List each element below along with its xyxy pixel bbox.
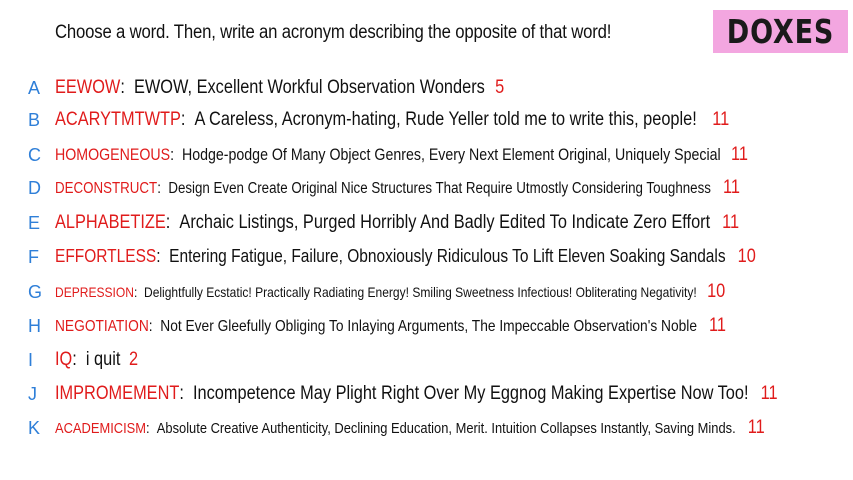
row-letter: A xyxy=(28,77,41,98)
row-acronym: i quit xyxy=(85,349,121,370)
row-word: DEPRESSION xyxy=(55,284,134,300)
answer-row: D DECONSTRUCT: Design Even Create Origina… xyxy=(0,173,853,203)
colon-separator: : xyxy=(180,109,195,130)
colon-separator: : xyxy=(165,212,180,233)
row-score: 11 xyxy=(709,315,727,336)
row-letter: F xyxy=(28,246,39,267)
row-acronym: Archaic Listings, Purged Horribly And Ba… xyxy=(179,212,711,233)
row-score: 11 xyxy=(760,383,778,404)
row-acronym: EWOW, Excellent Workful Observation Wond… xyxy=(133,77,485,98)
row-letter: E xyxy=(28,212,41,233)
row-word: ALPHABETIZE xyxy=(55,212,166,233)
answer-row: F EFFORTLESS: Entering Fatigue, Failure, … xyxy=(0,242,853,272)
row-word: ACADEMICISM xyxy=(55,420,147,437)
row-content: EEWOW: EWOW, Excellent Workful Observati… xyxy=(55,77,504,99)
row-letter: K xyxy=(28,417,41,438)
row-word: IQ xyxy=(55,349,73,370)
row-content: ACARYTMTWTP: A Careless, Acronym-hating,… xyxy=(55,109,729,131)
answer-row: I IQ: i quit 2 xyxy=(0,345,853,375)
row-word: IMPROMEMENT xyxy=(55,383,180,404)
doxes-logo: DOXES xyxy=(713,10,848,53)
row-score: 10 xyxy=(737,246,756,267)
row-letter: I xyxy=(28,349,34,370)
answer-row: K ACADEMICISM: Absolute Creative Authenti… xyxy=(0,413,853,443)
row-content: EFFORTLESS: Entering Fatigue, Failure, O… xyxy=(55,246,756,268)
answer-row: G DEPRESSION: Delightfully Ecstatic! Prac… xyxy=(0,277,853,307)
colon-separator: : xyxy=(148,318,161,335)
row-content: DEPRESSION: Delightfully Ecstatic! Pract… xyxy=(55,281,725,303)
row-content: ALPHABETIZE: Archaic Listings, Purged Ho… xyxy=(55,212,739,234)
row-content: NEGOTIATION: Not Ever Gleefully Obliging… xyxy=(55,315,726,337)
row-letter: D xyxy=(28,177,41,198)
row-letter: C xyxy=(28,144,41,165)
row-letter: G xyxy=(28,281,43,302)
answer-row: C HOMOGENEOUS: Hodge-podge Of Many Object… xyxy=(0,140,853,170)
row-word: EFFORTLESS xyxy=(55,246,157,266)
row-acronym: Entering Fatigue, Failure, Obnoxiously R… xyxy=(169,246,726,266)
row-acronym: Design Even Create Original Nice Structu… xyxy=(168,180,711,197)
row-letter: B xyxy=(28,109,41,130)
answer-row: E ALPHABETIZE: Archaic Listings, Purged H… xyxy=(0,208,853,238)
colon-separator: : xyxy=(179,383,193,404)
row-acronym: Absolute Creative Authenticity, Declinin… xyxy=(156,420,736,437)
row-score: 11 xyxy=(722,177,740,198)
row-acronym: Hodge-podge Of Many Object Genres, Every… xyxy=(181,146,721,164)
row-score: 2 xyxy=(129,349,139,370)
colon-separator: : xyxy=(156,246,170,266)
row-score: 11 xyxy=(722,212,740,233)
row-score: 11 xyxy=(730,144,748,165)
answer-row: J IMPROMEMENT: Incompetence May Plight Ri… xyxy=(0,379,853,409)
row-score: 5 xyxy=(495,77,505,98)
answer-row: H NEGOTIATION: Not Ever Gleefully Obligin… xyxy=(0,311,853,341)
row-content: HOMOGENEOUS: Hodge-podge Of Many Object … xyxy=(55,144,748,166)
row-letter: J xyxy=(28,383,37,404)
row-word: HOMOGENEOUS xyxy=(55,146,171,164)
colon-separator: : xyxy=(157,180,169,197)
answer-row: B ACARYTMTWTP: A Careless, Acronym-hating… xyxy=(0,105,853,135)
row-content: IQ: i quit 2 xyxy=(55,349,138,371)
row-content: IMPROMEMENT: Incompetence May Plight Rig… xyxy=(55,383,778,405)
row-acronym: Not Ever Gleefully Obliging To Inlaying … xyxy=(160,318,698,335)
logo-text: DOXES xyxy=(726,12,835,51)
row-acronym: Delightfully Ecstatic! Practically Radia… xyxy=(143,284,697,300)
row-word: NEGOTIATION xyxy=(55,318,149,335)
row-acronym: A Careless, Acronym-hating, Rude Yeller … xyxy=(194,109,697,130)
colon-separator: : xyxy=(120,77,134,98)
colon-separator: : xyxy=(170,146,182,164)
answer-row: A EEWOW: EWOW, Excellent Workful Observat… xyxy=(0,73,853,103)
prompt-text: Choose a word. Then, write an acronym de… xyxy=(55,22,612,43)
row-content: ACADEMICISM: Absolute Creative Authentic… xyxy=(55,417,765,439)
row-word: EEWOW xyxy=(55,77,121,98)
row-score: 11 xyxy=(747,417,765,438)
row-word: ACARYTMTWTP xyxy=(55,109,181,130)
colon-separator: : xyxy=(133,284,144,300)
row-letter: H xyxy=(28,315,41,336)
row-acronym: Incompetence May Plight Right Over My Eg… xyxy=(192,383,749,404)
row-content: DECONSTRUCT: Design Even Create Original… xyxy=(55,177,740,199)
row-score: 11 xyxy=(712,109,730,130)
row-score: 10 xyxy=(707,281,726,302)
row-word: DECONSTRUCT xyxy=(55,180,158,197)
colon-separator: : xyxy=(146,420,157,437)
colon-separator: : xyxy=(72,349,86,370)
